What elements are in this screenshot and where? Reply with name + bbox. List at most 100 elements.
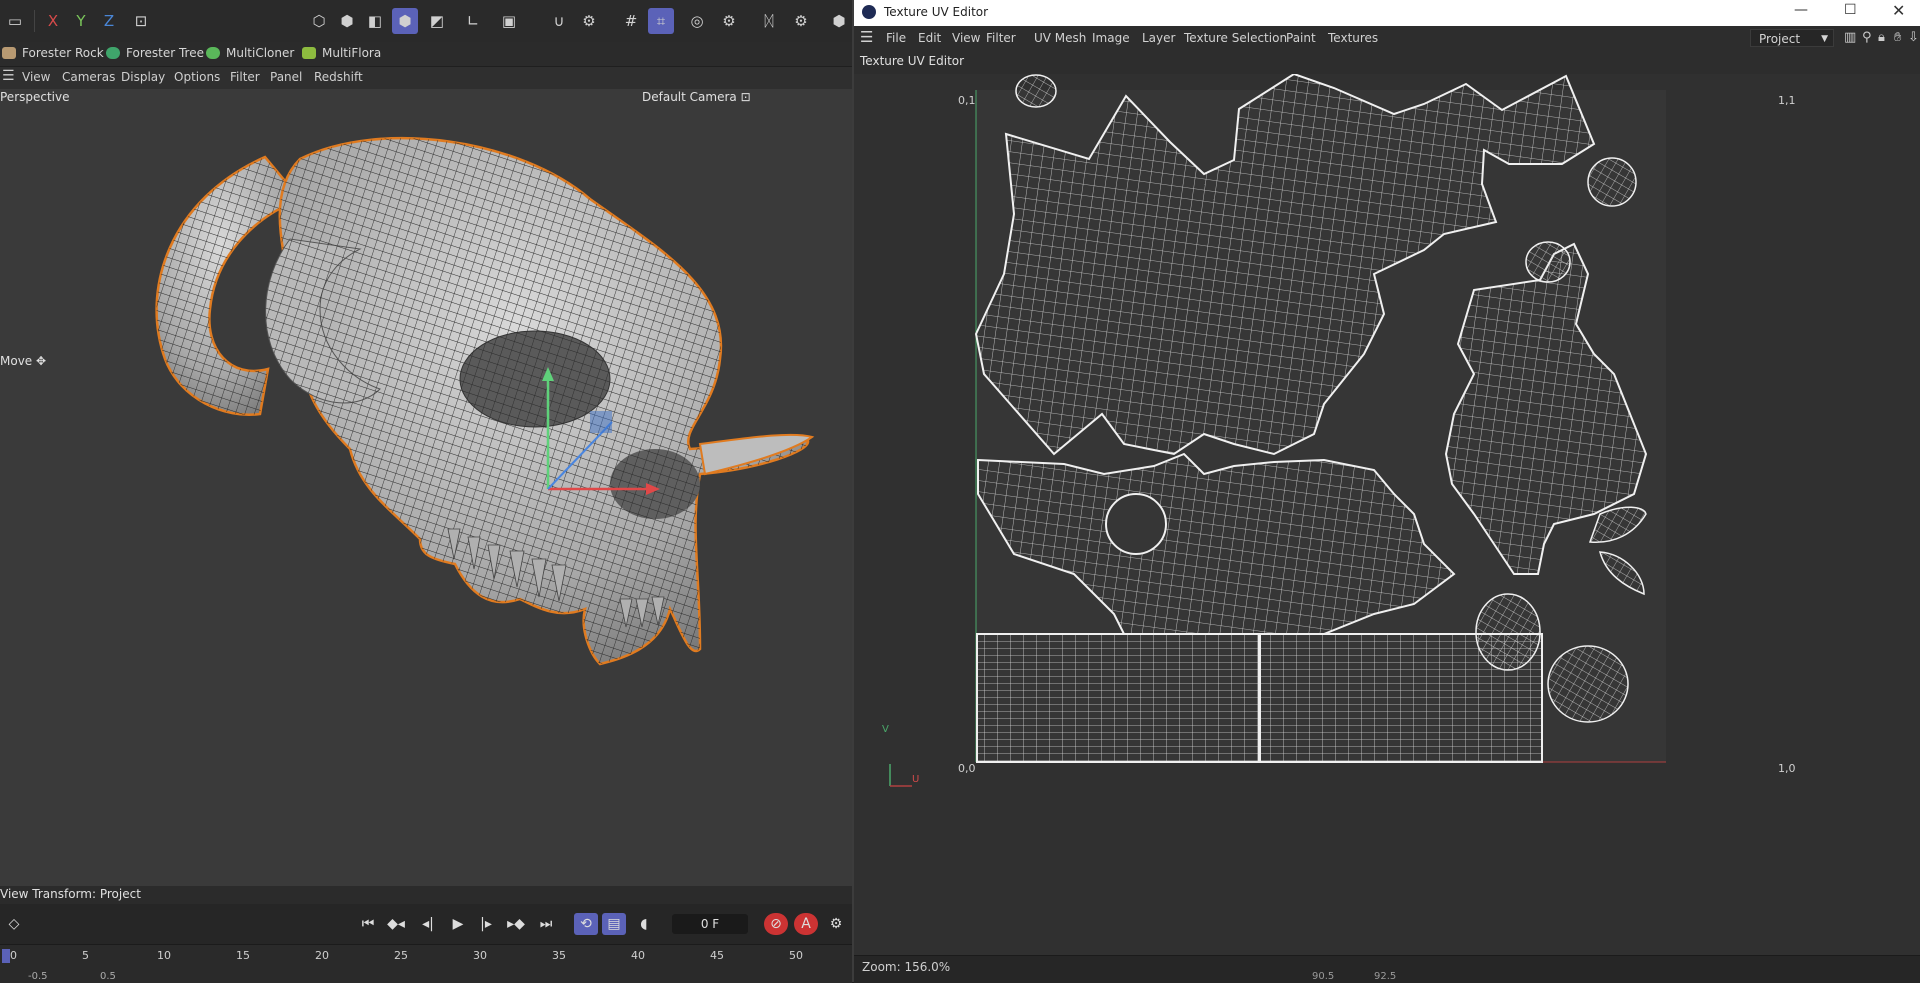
previous-frame-icon[interactable]: ◂| (416, 913, 440, 935)
model-mode-icon[interactable]: ⬢ (392, 8, 418, 34)
perspective-viewport[interactable]: Perspective Default Camera ⊡ Move ✥ (0, 89, 852, 889)
render-settings-icon[interactable]: ⚙ (716, 8, 742, 34)
maximize-icon[interactable]: ☐ (1844, 2, 1857, 18)
uv-layout-canvas[interactable] (854, 74, 1920, 794)
transport-bar: ◇ ⏮ ◆◂ ◂| ▶ |▸ ▸◆ ⏭ ⟲ ▤ ◖ 0 F ⊘ A ⚙ (0, 904, 852, 944)
points-mode-icon[interactable]: ⬡ (306, 8, 332, 34)
snap-magnet-icon[interactable]: ∪ (546, 8, 572, 34)
view-transform-label: View Transform: Project (0, 887, 141, 901)
menu-image[interactable]: Image (1092, 31, 1130, 45)
project-select-value: Project (1759, 32, 1801, 46)
menu-filter[interactable]: Filter (986, 31, 1016, 45)
menu-options[interactable]: Options (174, 70, 220, 84)
project-select[interactable]: Project ▼ (1750, 29, 1834, 47)
menu-view[interactable]: View (22, 70, 50, 84)
pin-icon[interactable]: ⚲ (1862, 30, 1872, 45)
polygons-mode-icon[interactable]: ◧ (362, 8, 388, 34)
menu-texture-selection[interactable]: Texture Selection (1184, 31, 1287, 45)
uv-viewport[interactable]: 0,1 1,1 0,0 1,0 V U (854, 74, 1920, 962)
record-stop-icon[interactable]: ⊘ (764, 913, 788, 935)
coordinate-system-icon[interactable]: ⊡ (128, 8, 154, 34)
timeline-tick: 0 (10, 949, 17, 962)
solo-icon[interactable]: ▣ (496, 8, 522, 34)
lock-icon[interactable]: 🔒︎ (1878, 30, 1885, 45)
go-to-start-icon[interactable]: ⏮ (356, 913, 380, 935)
symmetry-settings-icon[interactable]: ⚙ (788, 8, 814, 34)
menu-view[interactable]: View (952, 31, 980, 45)
arrow-down-icon[interactable]: ⇩ (1908, 30, 1919, 45)
zoom-readout: Zoom: 156.0% (862, 960, 951, 974)
chevron-down-icon: ▼ (1821, 34, 1828, 44)
timeline-tick: 40 (631, 949, 645, 962)
z-axis-lock-button[interactable]: Z (96, 8, 122, 34)
hamburger-menu-icon[interactable]: ☰ (860, 28, 873, 46)
plugin-label: Forester Rock (22, 46, 104, 60)
plugin-label: MultiFlora (322, 46, 382, 60)
object-icon[interactable]: ⬢ (826, 8, 852, 34)
keyframe-icon[interactable]: ◇ (2, 913, 26, 935)
render-region-icon[interactable]: ◎ (684, 8, 710, 34)
undo-icon[interactable]: ▭ (2, 8, 28, 34)
menu-layer[interactable]: Layer (1142, 31, 1175, 45)
grid-icon[interactable]: # (618, 8, 644, 34)
uv-island-rect (976, 633, 1260, 763)
previous-key-icon[interactable]: ◆◂ (384, 913, 408, 935)
loop-icon[interactable]: ⟲ (574, 913, 598, 935)
next-key-icon[interactable]: ▸◆ (504, 913, 528, 935)
menu-panel[interactable]: Panel (270, 70, 302, 84)
timeline-tick: 35 (552, 949, 566, 962)
menu-redshift[interactable]: Redshift (314, 70, 363, 84)
menu-edit[interactable]: Edit (918, 31, 941, 45)
y-axis-lock-button[interactable]: Y (68, 8, 94, 34)
plugin-label: MultiCloner (226, 46, 295, 60)
minimize-icon[interactable]: — (1794, 2, 1808, 18)
sound-icon[interactable]: ◖ (632, 913, 656, 935)
rock-icon (2, 47, 16, 59)
snap-settings-icon[interactable]: ⚙ (576, 8, 602, 34)
y-axis-label: Y (76, 12, 86, 30)
main-toolbar: ▭ X Y Z ⊡ ⬡ ⬢ ◧ ⬢ ◩ ∟ ▣ ∪ ⚙ # ⌗ ◎ ⚙ ᛞ ⚙ … (0, 0, 852, 43)
grid-snap-icon[interactable]: ⌗ (648, 8, 674, 34)
range-label: 90.5 (1312, 971, 1335, 982)
timeline-tick: 45 (710, 949, 724, 962)
timeline-tick: 50 (789, 949, 803, 962)
auto-key-icon[interactable]: ▤ (602, 913, 626, 935)
timeline-ruler[interactable]: 0 5 10 15 20 25 30 35 40 45 50 -0.5 0.5 (0, 944, 852, 983)
x-axis-lock-button[interactable]: X (40, 8, 66, 34)
window-titlebar: Texture UV Editor — ☐ ✕ (854, 0, 1920, 26)
edges-mode-icon[interactable]: ⬢ (334, 8, 360, 34)
workplane-icon[interactable]: ∟ (460, 8, 486, 34)
menu-textures[interactable]: Textures (1328, 31, 1378, 45)
uv-mode-icon[interactable]: ◩ (424, 8, 450, 34)
uv-status-bar: Zoom: 156.0% 90.5 92.5 (854, 955, 1920, 983)
tree-icon (106, 47, 120, 59)
plugin-multiflora[interactable]: MultiFlora (302, 46, 381, 60)
plugin-forester-rock[interactable]: Forester Rock (2, 46, 104, 60)
menu-display[interactable]: Display (121, 70, 165, 84)
menu-paint[interactable]: Paint (1286, 31, 1316, 45)
plugin-multicloner[interactable]: MultiCloner (206, 46, 294, 60)
menu-filter[interactable]: Filter (230, 70, 260, 84)
menu-uv-mesh[interactable]: UV Mesh (1034, 31, 1086, 45)
timeline-tick: 30 (473, 949, 487, 962)
menu-file[interactable]: File (886, 31, 906, 45)
symmetry-icon[interactable]: ᛞ (756, 8, 782, 34)
timeline-settings-icon[interactable]: ⚙ (824, 913, 848, 935)
go-to-end-icon[interactable]: ⏭ (534, 913, 558, 935)
play-icon[interactable]: ▶ (446, 913, 470, 935)
hamburger-menu-icon[interactable]: ☰ (2, 68, 15, 84)
current-frame-field[interactable]: 0 F (672, 914, 748, 934)
plugin-forester-tree[interactable]: Forester Tree (106, 46, 204, 60)
close-icon[interactable]: ✕ (1892, 1, 1905, 20)
z-axis-label: Z (103, 12, 115, 30)
view-transform-bar: View Transform: Project (0, 886, 852, 904)
histogram-icon[interactable]: ▥ (1844, 30, 1856, 45)
menu-cameras[interactable]: Cameras (62, 70, 115, 84)
next-frame-icon[interactable]: |▸ (474, 913, 498, 935)
autokey-record-icon[interactable]: A (794, 913, 818, 935)
cinema4d-logo-icon (862, 5, 876, 19)
playhead[interactable] (2, 949, 10, 963)
multicloner-icon (206, 47, 220, 59)
hand-icon[interactable]: ✋︎ (1894, 30, 1901, 45)
plugin-label: Forester Tree (126, 46, 204, 60)
